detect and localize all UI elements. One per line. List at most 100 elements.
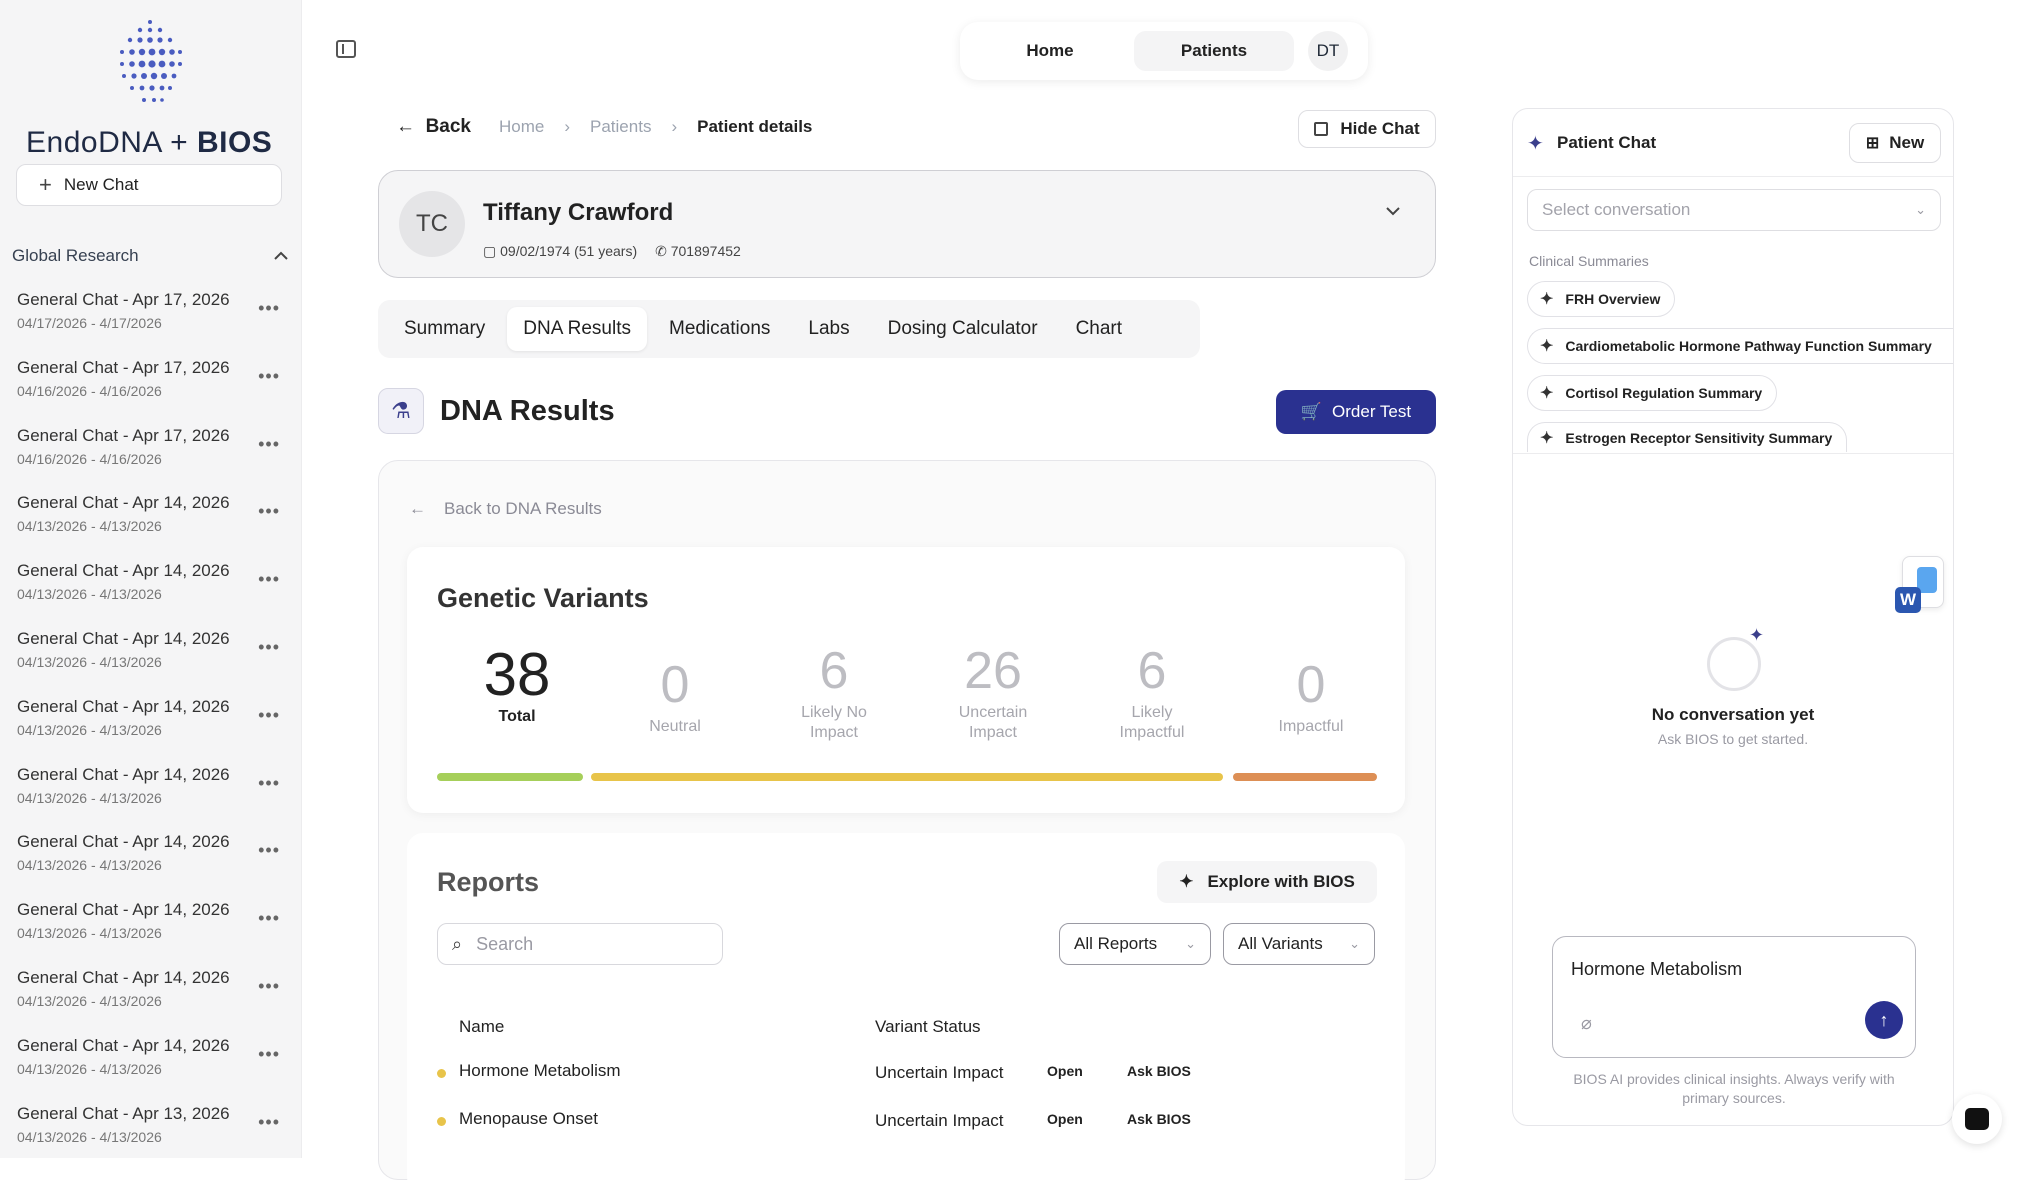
sparkle-icon: ✦ [1540, 429, 1554, 447]
sparkle-icon: ✦ [1179, 872, 1194, 891]
status-dot [437, 1069, 446, 1078]
tab-dna-results[interactable]: DNA Results [507, 307, 647, 351]
chat-history-item[interactable]: General Chat - Apr 14, 2026 04/13/2026 - … [0, 491, 302, 559]
patient-tabs: Summary DNA Results Medications Labs Dosing … [378, 300, 1200, 358]
chat-history-item[interactable]: General Chat - Apr 14, 2026 04/13/2026 - … [0, 695, 302, 763]
table-row: Hormone Metabolism Uncertain Impact Open… [437, 1055, 1397, 1095]
more-options-icon[interactable]: ••• [258, 1044, 280, 1065]
table-row: Menopause Onset Uncertain Impact Open As… [437, 1103, 1397, 1143]
arrow-left-icon: ← [409, 499, 426, 518]
ask-bios-button[interactable]: Ask BIOS [1127, 1111, 1191, 1127]
user-avatar[interactable]: DT [1308, 31, 1348, 71]
bar-segment-orange [1233, 773, 1377, 781]
cart-icon: 🛒 [1300, 402, 1323, 421]
sidebar: EndoDNA + BIOS + New Chat Global Research… [0, 0, 302, 1158]
hide-chat-button[interactable]: Hide Chat [1298, 110, 1436, 148]
patient-meta: ▢ 09/02/1974 (51 years) ✆ 701897452 [483, 243, 741, 259]
top-nav: Home Patients DT [960, 22, 1368, 80]
patient-name: Tiffany Crawford [483, 199, 674, 226]
back-button[interactable]: ← Back [396, 116, 471, 138]
tab-chart[interactable]: Chart [1060, 307, 1138, 351]
patient-avatar: TC [399, 191, 465, 257]
breadcrumb-patients[interactable]: Patients [590, 117, 651, 137]
sparkle-icon: ✦ [1540, 338, 1554, 355]
new-conversation-button[interactable]: ⊞ New [1849, 123, 1941, 163]
summary-pill[interactable]: ✦ FRH Overview [1527, 281, 1676, 317]
more-options-icon[interactable]: ••• [258, 298, 280, 319]
sparkle-icon: ✦ [1527, 133, 1544, 155]
breadcrumb: ← Back Home › Patients › Patient details [396, 116, 812, 138]
chat-history-item[interactable]: General Chat - Apr 14, 2026 04/13/2026 - … [0, 627, 302, 695]
more-options-icon[interactable]: ••• [258, 840, 280, 861]
page-title: DNA Results [440, 394, 615, 427]
summary-pill[interactable]: ✦ Estrogen Receptor Sensitivity Summary [1527, 422, 1848, 452]
more-options-icon[interactable]: ••• [258, 1112, 280, 1133]
more-options-icon[interactable]: ••• [258, 908, 280, 929]
ask-bios-button[interactable]: Ask BIOS [1127, 1063, 1191, 1079]
chevron-down-icon: ⌄ [1915, 202, 1926, 217]
chat-history-item[interactable]: General Chat - Apr 13, 2026 04/13/2026 - … [0, 1102, 302, 1170]
search-input[interactable]: ⌕ Search [437, 923, 723, 965]
paperclip-icon[interactable]: ⌀ [1581, 1013, 1592, 1034]
chat-history-item[interactable]: General Chat - Apr 14, 2026 04/13/2026 - … [0, 830, 302, 898]
search-icon: ⌕ [452, 933, 463, 954]
nav-patients[interactable]: Patients [1134, 31, 1294, 71]
chat-history-item[interactable]: General Chat - Apr 14, 2026 04/13/2026 - … [0, 559, 302, 627]
dna-panel: ← Back to DNA Results Genetic Variants 38… [378, 460, 1436, 1193]
chat-history-item[interactable]: General Chat - Apr 14, 2026 04/13/2026 - … [0, 1034, 302, 1102]
chat-history-list: General Chat - Apr 17, 2026 04/17/2026 - … [0, 288, 302, 1169]
more-options-icon[interactable]: ••• [258, 434, 280, 455]
chevron-right-icon: › [564, 117, 571, 136]
all-reports-select[interactable]: All Reports ⌄ [1059, 923, 1211, 965]
chat-history-item[interactable]: General Chat - Apr 17, 2026 04/17/2026 - … [0, 288, 302, 356]
more-options-icon[interactable]: ••• [258, 501, 280, 522]
summary-pill[interactable]: ✦ Cardiometabolic Hormone Pathway Functio… [1527, 328, 1953, 364]
sidebar-collapse-icon[interactable] [336, 40, 356, 58]
stat-neutral: 0 Neutral [649, 656, 701, 735]
col-name-header: Name [459, 1017, 505, 1036]
empty-state-title: No conversation yet [1651, 705, 1815, 724]
summary-pill[interactable]: ✦ Cortisol Regulation Summary [1527, 375, 1778, 411]
more-options-icon[interactable]: ••• [258, 366, 280, 387]
tab-labs[interactable]: Labs [792, 307, 865, 351]
chat-input[interactable]: Hormone Metabolism [1571, 959, 1742, 980]
support-chat-icon[interactable] [1952, 1094, 2002, 1144]
panel-icon [1314, 122, 1329, 136]
order-test-button[interactable]: 🛒 Order Test [1276, 390, 1436, 434]
more-options-icon[interactable]: ••• [258, 976, 280, 997]
tab-summary[interactable]: Summary [388, 307, 501, 351]
more-options-icon[interactable]: ••• [258, 705, 280, 726]
chat-history-item[interactable]: General Chat - Apr 14, 2026 04/13/2026 - … [0, 898, 302, 966]
open-button[interactable]: Open [1047, 1063, 1083, 1079]
new-chat-button[interactable]: + New Chat [16, 164, 282, 206]
nav-home[interactable]: Home [970, 31, 1130, 71]
chevron-down-icon[interactable] [1385, 205, 1401, 217]
all-variants-select[interactable]: All Variants ⌄ [1223, 923, 1375, 965]
chat-history-item[interactable]: General Chat - Apr 17, 2026 04/16/2026 - … [0, 356, 302, 424]
send-button[interactable]: ↑ [1865, 1001, 1903, 1039]
chevron-up-icon [274, 251, 288, 260]
chat-history-item[interactable]: General Chat - Apr 17, 2026 04/16/2026 - … [0, 424, 302, 492]
more-options-icon[interactable]: ••• [258, 637, 280, 658]
chevron-down-icon: ⌄ [1349, 936, 1360, 951]
chat-history-item[interactable]: General Chat - Apr 14, 2026 04/13/2026 - … [0, 966, 302, 1034]
dna-results-header: ⚗ DNA Results [378, 388, 615, 434]
patient-card[interactable]: TC Tiffany Crawford ▢ 09/02/1974 (51 yea… [378, 170, 1436, 278]
more-options-icon[interactable]: ••• [258, 569, 280, 590]
tab-medications[interactable]: Medications [653, 307, 786, 351]
stat-total: 38 Total [483, 641, 551, 726]
word-export-icon[interactable]: W [1895, 556, 1944, 613]
select-conversation-dropdown[interactable]: Select conversation ⌄ [1527, 189, 1941, 231]
more-options-icon[interactable]: ••• [258, 773, 280, 794]
tab-dosing-calculator[interactable]: Dosing Calculator [872, 307, 1054, 351]
sparkle-icon: ✦ [1540, 291, 1554, 308]
back-to-dna-link[interactable]: ← Back to DNA Results [409, 499, 602, 519]
explore-with-bios-button[interactable]: ✦ Explore with BIOS [1157, 861, 1377, 903]
open-button[interactable]: Open [1047, 1111, 1083, 1127]
global-research-toggle[interactable]: Global Research [12, 246, 288, 266]
plus-icon: + [39, 172, 52, 197]
genetic-variants-card: Genetic Variants 38 Total 0 Neutral 6 Li… [407, 547, 1405, 813]
breadcrumb-home[interactable]: Home [499, 117, 544, 137]
chat-history-item[interactable]: General Chat - Apr 14, 2026 04/13/2026 - … [0, 763, 302, 831]
chat-composer[interactable]: Hormone Metabolism ⌀ ↑ [1552, 936, 1916, 1058]
